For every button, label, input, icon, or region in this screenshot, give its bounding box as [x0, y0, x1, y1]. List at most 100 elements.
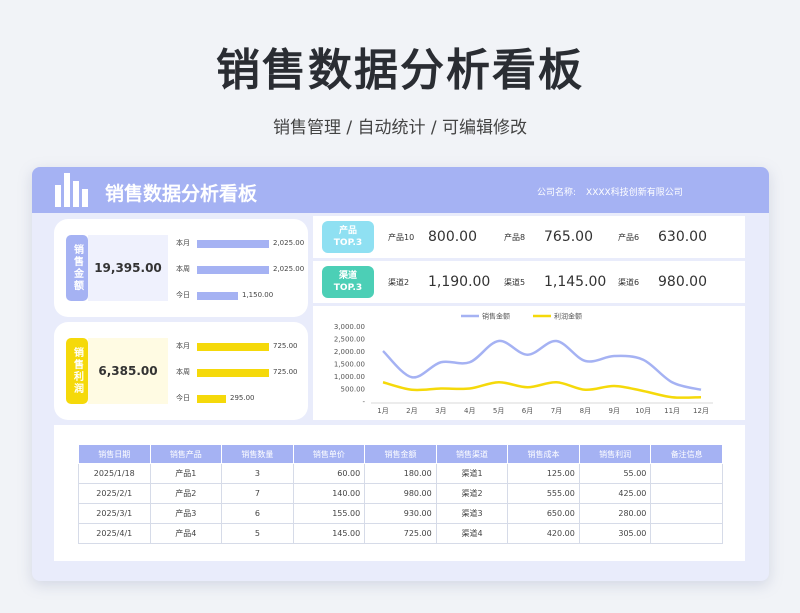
- kpi-bar: [197, 266, 269, 274]
- kpi-bar: [197, 240, 269, 248]
- table-cell: 60.00: [292, 463, 366, 484]
- table-cell: 425.00: [578, 483, 652, 504]
- rank-item: 渠道6 980.00: [618, 261, 707, 303]
- table-header-cell: 销售数量: [221, 444, 294, 464]
- bar-chart-icon: [55, 173, 93, 207]
- table-cell: 产品2: [149, 483, 223, 504]
- table-cell: 5: [221, 523, 294, 544]
- kpi-bar-label: 本月: [176, 342, 190, 350]
- table-cell: 650.00: [507, 503, 580, 524]
- line-chart-panel: 3,000.00 2,500.00 2,000.00 1,500.00 1,000.00…: [313, 306, 745, 420]
- kpi-bar-row: 本周 2,025.00: [176, 263, 316, 275]
- y-tick-label: 1,500.00: [334, 361, 365, 369]
- page-subtitle: 销售管理 / 自动统计 / 可编辑修改: [272, 118, 528, 138]
- table-header-cell: 销售日期: [78, 444, 151, 464]
- channel-top3-panel: 渠道 TOP.3 渠道2 1,190.00 渠道5 1,145.00 渠道6 9…: [313, 261, 745, 303]
- rank-tag-subtitle: TOP.3: [333, 238, 363, 248]
- x-tick-label: 1月: [377, 407, 388, 415]
- rank-item-value: 1,190.00: [428, 274, 491, 290]
- rank-item-value: 630.00: [658, 229, 707, 245]
- rank-tag: 产品 TOP.3: [322, 221, 374, 253]
- product-top3-panel: 产品 TOP.3 产品10 800.00 产品8 765.00 产品6 630.…: [313, 216, 745, 258]
- table-cell: [650, 523, 723, 544]
- table-cell: 125.00: [507, 463, 580, 484]
- table-cell: 3: [221, 463, 294, 484]
- kpi-bar-row: 今日 1,150.00: [176, 289, 316, 301]
- kpi-bar-value: 2,025.00: [273, 239, 305, 247]
- kpi-bar-row: 本月 2,025.00: [176, 237, 316, 249]
- legend-label: 利润金额: [554, 312, 582, 321]
- table-cell: 55.00: [578, 463, 652, 484]
- dashboard-header: 销售数据分析看板 公司名称: XXXX科技创新有限公司: [32, 167, 769, 213]
- table-cell: 555.00: [507, 483, 580, 504]
- rank-item-name: 渠道2: [388, 277, 410, 287]
- kpi-bar: [197, 369, 269, 377]
- kpi-bar: [197, 292, 238, 300]
- table-cell: 140.00: [292, 483, 366, 504]
- table-cell: 180.00: [364, 463, 437, 484]
- rank-tag-subtitle: TOP.3: [333, 283, 363, 293]
- rank-tag-title: 产品: [338, 226, 357, 236]
- legend-label: 销售金额: [482, 312, 510, 321]
- table-cell: 305.00: [578, 523, 652, 544]
- dashboard-title: 销售数据分析看板: [105, 183, 258, 205]
- x-tick-label: 9月: [609, 407, 620, 415]
- table-header-cell: 销售金额: [364, 444, 437, 464]
- y-tick-label: 1,000.00: [334, 373, 365, 381]
- table-cell: 产品3: [149, 503, 223, 524]
- x-tick-label: 2月: [406, 407, 417, 415]
- table-cell: 6: [221, 503, 294, 524]
- table-header-cell: 备注信息: [650, 444, 723, 464]
- table-cell: [650, 463, 723, 484]
- kpi-bar-label: 今日: [176, 394, 190, 402]
- kpi-bar-label: 今日: [176, 291, 190, 299]
- table-cell: 280.00: [578, 503, 652, 524]
- kpi-bar-row: 今日 295.00: [176, 392, 316, 404]
- kpi-bar: [197, 395, 226, 403]
- table-row: 2025/2/1 产品2 7 140.00 980.00 渠道2 555.00 425.00: [78, 483, 723, 504]
- line-chart: 3,000.00 2,500.00 2,000.00 1,500.00 1,000.00…: [334, 312, 713, 415]
- table-cell: 2025/3/1: [78, 503, 151, 524]
- rank-item-name: 渠道6: [618, 277, 640, 287]
- table-cell: 渠道4: [435, 523, 509, 544]
- table-cell: 980.00: [364, 483, 437, 504]
- table-cell: 产品1: [149, 463, 223, 484]
- table-header-row: 销售日期 销售产品 销售数量 销售单价 销售金额 销售渠道 销售成本 销售利润 备注信息: [78, 444, 723, 464]
- table-header-cell: 销售利润: [578, 444, 652, 464]
- table-row: 2025/1/18 产品1 3 60.00 180.00 渠道1 125.00 55.00: [78, 463, 723, 484]
- y-tick-label: -: [362, 398, 365, 406]
- kpi-tag: 销售金额: [66, 235, 88, 301]
- rank-item: 渠道5 1,145.00: [504, 261, 606, 303]
- kpi-bar-value: 725.00: [273, 342, 298, 350]
- table-cell: 155.00: [292, 503, 366, 524]
- table-cell: 渠道2: [435, 483, 509, 504]
- rank-item: 渠道2 1,190.00: [388, 261, 490, 303]
- dashboard-card: 销售数据分析看板 公司名称: XXXX科技创新有限公司 销售金额 19,395.00…: [32, 167, 769, 581]
- kpi-profit-panel: 销售利润 6,385.00 本月 725.00 本周 725.00 今日 295.…: [54, 322, 308, 420]
- x-tick-label: 6月: [522, 407, 533, 415]
- kpi-value: 6,385.00: [88, 338, 168, 404]
- kpi-sales-panel: 销售金额 19,395.00 本月 2,025.00 本周 2,025.00 今日…: [54, 219, 308, 317]
- kpi-bar-value: 2,025.00: [273, 265, 305, 273]
- y-tick-label: 2,500.00: [334, 336, 365, 344]
- company-info: 公司名称: XXXX科技创新有限公司: [537, 185, 683, 198]
- table-cell: [650, 503, 723, 524]
- kpi-bar-value: 295.00: [230, 394, 255, 402]
- company-name: XXXX科技创新有限公司: [586, 188, 683, 198]
- table-cell: 145.00: [292, 523, 366, 544]
- table-cell: 7: [221, 483, 294, 504]
- table-row: 2025/4/1 产品4 5 145.00 725.00 渠道4 420.00 305.00: [78, 523, 723, 544]
- rank-item-value: 765.00: [544, 229, 593, 245]
- series-line: [382, 380, 702, 399]
- table-header-cell: 销售成本: [507, 444, 580, 464]
- table-cell: 产品4: [149, 523, 223, 544]
- table-header-cell: 销售产品: [149, 444, 223, 464]
- kpi-bar-row: 本月 725.00: [176, 340, 316, 352]
- kpi-bar: [197, 343, 269, 351]
- sales-table: 销售日期 销售产品 销售数量 销售单价 销售金额 销售渠道 销售成本 销售利润 备注信息 202…: [78, 444, 723, 544]
- table-cell: 725.00: [364, 523, 437, 544]
- rank-item: 产品8 765.00: [504, 216, 593, 258]
- x-tick-label: 5月: [493, 407, 504, 415]
- page-title: 销售数据分析看板: [216, 45, 584, 96]
- kpi-bar-row: 本周 725.00: [176, 366, 316, 378]
